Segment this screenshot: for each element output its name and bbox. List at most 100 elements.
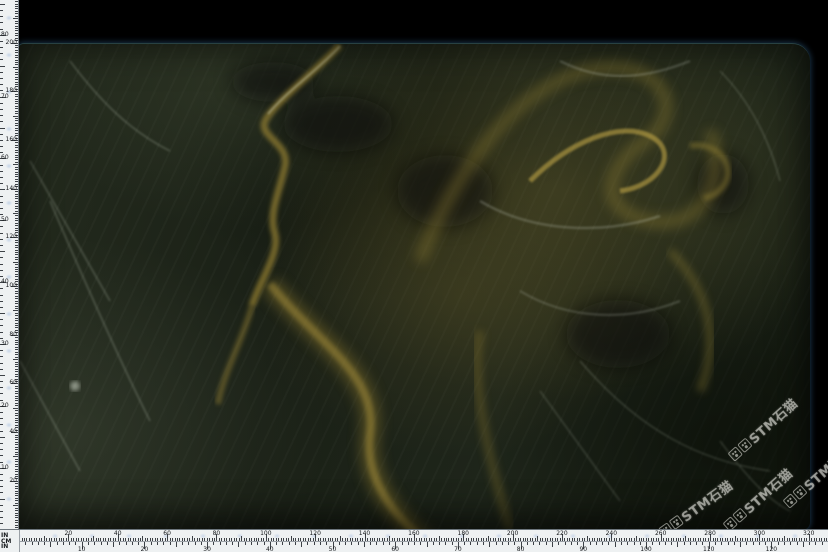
in-tick bbox=[113, 542, 114, 547]
cm-tick bbox=[15, 108, 18, 109]
cm-tick bbox=[389, 536, 390, 541]
in-tick bbox=[602, 542, 603, 545]
cm-tick bbox=[742, 538, 743, 541]
cm-tick bbox=[15, 320, 18, 321]
cm-tick bbox=[15, 155, 18, 156]
cm-tick bbox=[234, 538, 235, 541]
cm-tick bbox=[15, 201, 18, 202]
cm-tick bbox=[15, 495, 18, 496]
cm-tick bbox=[15, 269, 18, 270]
cm-tick bbox=[735, 536, 736, 541]
cm-tick bbox=[370, 538, 371, 541]
cm-tick bbox=[508, 538, 509, 541]
in-tick bbox=[182, 542, 183, 545]
cm-tick bbox=[15, 415, 18, 416]
cm-tick bbox=[483, 538, 484, 541]
cm-tick bbox=[673, 538, 674, 541]
in-tick bbox=[163, 542, 164, 545]
in-tick bbox=[75, 542, 76, 545]
in-tick bbox=[0, 90, 3, 91]
in-tick bbox=[0, 523, 3, 524]
in-tick bbox=[0, 134, 3, 135]
in-number: 120 bbox=[766, 547, 777, 552]
in-tick bbox=[420, 542, 421, 545]
in-tick bbox=[301, 542, 302, 547]
in-tick bbox=[107, 542, 108, 545]
cm-tick bbox=[22, 538, 23, 541]
cm-tick bbox=[569, 538, 570, 541]
cm-tick bbox=[532, 538, 533, 541]
cm-tick bbox=[71, 538, 72, 541]
cm-tick bbox=[471, 538, 472, 541]
cm-tick bbox=[537, 536, 538, 541]
cm-tick bbox=[157, 538, 158, 541]
cm-tick bbox=[15, 16, 18, 17]
in-tick bbox=[652, 542, 653, 545]
cm-tick bbox=[796, 538, 797, 541]
in-tick bbox=[590, 542, 591, 545]
cm-tick bbox=[439, 536, 440, 541]
cm-tick bbox=[15, 242, 18, 243]
in-tick bbox=[765, 542, 766, 545]
cm-tick bbox=[13, 262, 18, 263]
in-tick bbox=[0, 418, 3, 419]
cm-tick bbox=[15, 291, 18, 292]
cm-tick bbox=[310, 538, 311, 541]
cm-tick bbox=[601, 538, 602, 541]
cm-tick bbox=[15, 228, 18, 229]
cm-tick bbox=[560, 538, 561, 541]
cm-tick bbox=[15, 420, 18, 421]
cm-tick bbox=[387, 538, 388, 541]
cm-tick bbox=[15, 82, 18, 83]
cm-tick bbox=[15, 174, 18, 175]
in-tick bbox=[257, 542, 258, 545]
cm-tick bbox=[288, 538, 289, 541]
cm-tick bbox=[271, 538, 272, 541]
cm-tick bbox=[342, 538, 343, 541]
in-tick bbox=[502, 542, 503, 545]
cm-tick bbox=[15, 196, 18, 197]
cm-tick bbox=[15, 357, 18, 358]
in-tick bbox=[0, 29, 3, 30]
cm-tick bbox=[15, 179, 18, 180]
cm-number: 40 bbox=[114, 531, 122, 537]
in-tick bbox=[746, 542, 747, 545]
in-number: 60 bbox=[391, 547, 399, 552]
in-tick bbox=[0, 313, 5, 314]
cm-tick bbox=[15, 259, 18, 260]
cm-tick bbox=[15, 147, 18, 148]
cm-tick bbox=[219, 538, 220, 541]
cm-tick bbox=[229, 538, 230, 541]
in-tick bbox=[0, 270, 3, 271]
cm-tick bbox=[199, 538, 200, 541]
cm-tick bbox=[15, 403, 18, 404]
cm-tick bbox=[150, 538, 151, 541]
in-tick bbox=[0, 400, 3, 401]
in-tick bbox=[0, 264, 3, 265]
cm-tick bbox=[15, 374, 18, 375]
cm-tick bbox=[15, 21, 18, 22]
cm-tick bbox=[162, 538, 163, 541]
in-tick bbox=[0, 492, 3, 493]
cm-tick bbox=[263, 538, 264, 541]
cm-tick bbox=[15, 342, 18, 343]
cm-tick bbox=[643, 538, 644, 541]
cm-tick bbox=[624, 538, 625, 541]
cm-tick bbox=[15, 393, 18, 394]
cm-tick bbox=[540, 538, 541, 541]
cm-tick bbox=[130, 538, 131, 541]
cm-tick bbox=[318, 538, 319, 541]
cm-tick bbox=[658, 538, 659, 541]
in-tick bbox=[345, 542, 346, 545]
cm-tick bbox=[15, 245, 18, 246]
in-tick bbox=[307, 542, 308, 545]
cm-number: 180 bbox=[458, 531, 469, 537]
cm-tick bbox=[690, 538, 691, 541]
in-tick bbox=[88, 542, 89, 545]
cm-tick bbox=[15, 422, 18, 423]
cm-tick bbox=[83, 538, 84, 541]
ruler-vertical: 2040608010012014016018020010203040506070… bbox=[0, 0, 19, 529]
cm-tick bbox=[599, 538, 600, 541]
cm-tick bbox=[404, 538, 405, 541]
in-tick bbox=[94, 542, 95, 545]
